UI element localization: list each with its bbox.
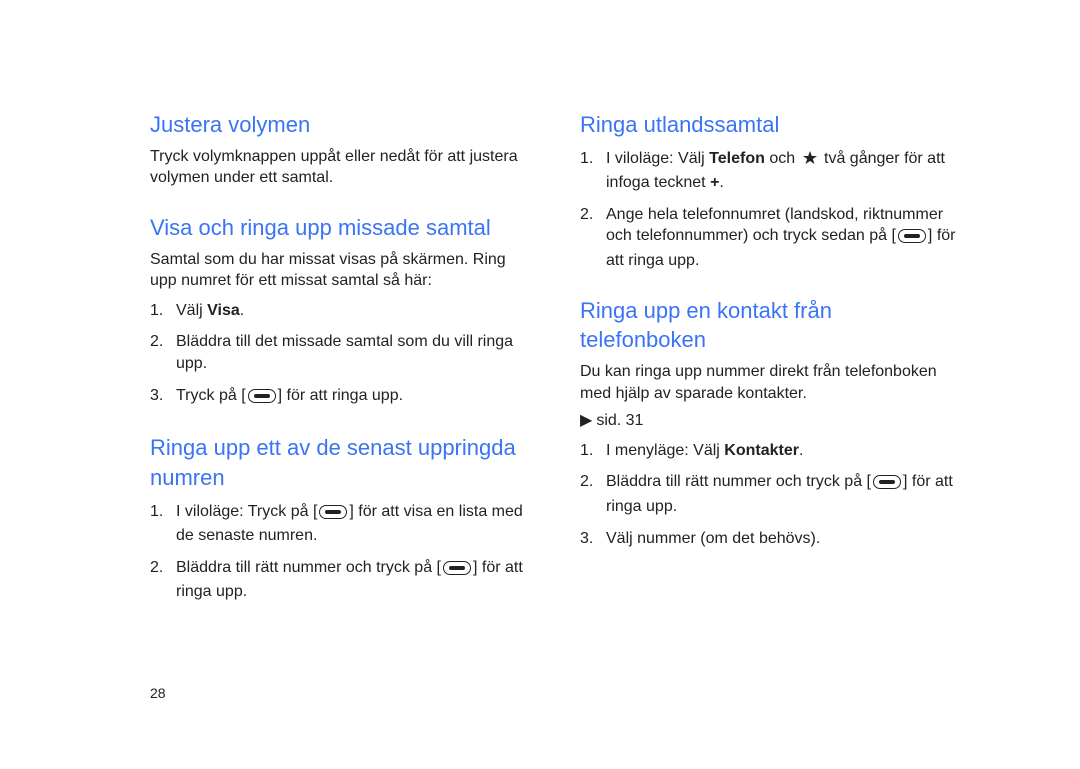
ordered-list: I viloläge: Tryck på [] för att visa en … — [150, 501, 530, 603]
call-key-icon — [319, 504, 347, 526]
right-column: Ringa utlandssamtal I viloläge: Välj Tel… — [580, 110, 960, 709]
body-text: Samtal som du har missat visas på skärme… — [150, 249, 530, 292]
section-international-calls: Ringa utlandssamtal I viloläge: Välj Tel… — [580, 110, 960, 272]
page-ref: ▶sid. 31 — [580, 410, 960, 432]
heading: Ringa upp en kontakt från telefonboken — [580, 296, 960, 355]
section-adjust-volume: Justera volymen Tryck volymknappen uppåt… — [150, 110, 530, 189]
call-key-icon — [248, 388, 276, 410]
star-icon — [802, 150, 818, 173]
list-item: Välj nummer (om det behövs). — [580, 528, 960, 550]
body-text: Du kan ringa upp nummer direkt från tele… — [580, 361, 960, 404]
heading: Ringa upp ett av de senast uppringda num… — [150, 433, 530, 492]
heading: Ringa utlandssamtal — [580, 110, 960, 140]
manual-page: Justera volymen Tryck volymknappen uppåt… — [0, 0, 1080, 769]
section-phonebook-contact: Ringa upp en kontakt från telefonboken D… — [580, 296, 960, 550]
heading: Visa och ringa upp missade samtal — [150, 213, 530, 243]
ordered-list: Välj Visa. Bläddra till det missade samt… — [150, 300, 530, 409]
call-key-icon — [898, 228, 926, 250]
section-recent-calls: Ringa upp ett av de senast uppringda num… — [150, 433, 530, 603]
ordered-list: I viloläge: Välj Telefon och två gånger … — [580, 148, 960, 272]
left-column: Justera volymen Tryck volymknappen uppåt… — [150, 110, 530, 709]
heading: Justera volymen — [150, 110, 530, 140]
call-key-icon — [443, 560, 471, 582]
call-key-icon — [873, 474, 901, 496]
list-item: I menyläge: Välj Kontakter. — [580, 440, 960, 462]
list-item: I viloläge: Tryck på [] för att visa en … — [150, 501, 530, 547]
list-item: Bläddra till det missade samtal som du v… — [150, 331, 530, 374]
list-item: Ange hela telefonnumret (landskod, riktn… — [580, 204, 960, 272]
list-item: Tryck på [] för att ringa upp. — [150, 385, 530, 410]
list-item: Bläddra till rätt nummer och tryck på []… — [150, 557, 530, 603]
list-item: Bläddra till rätt nummer och tryck på []… — [580, 471, 960, 517]
section-missed-calls: Visa och ringa upp missade samtal Samtal… — [150, 213, 530, 409]
page-number: 28 — [150, 685, 166, 701]
list-item: I viloläge: Välj Telefon och två gånger … — [580, 148, 960, 194]
arrow-right-icon: ▶ — [580, 410, 592, 432]
body-text: Tryck volymknappen uppåt eller nedåt för… — [150, 146, 530, 189]
ordered-list: I menyläge: Välj Kontakter. Bläddra till… — [580, 440, 960, 549]
list-item: Välj Visa. — [150, 300, 530, 322]
